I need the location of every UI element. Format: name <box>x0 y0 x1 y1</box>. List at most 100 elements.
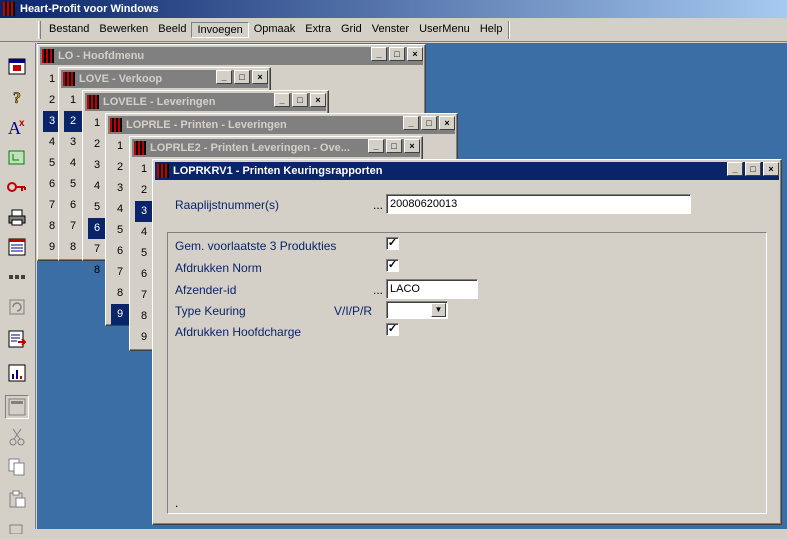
menu-number[interactable]: 1 <box>135 159 153 180</box>
window-logo-icon <box>110 118 122 132</box>
menu-number[interactable]: 8 <box>64 237 82 258</box>
menu-number[interactable]: 2 <box>111 157 129 178</box>
menu-invoegen[interactable]: Invoegen <box>191 22 249 38</box>
menu-number[interactable]: 4 <box>88 176 106 197</box>
menu-number[interactable]: 6 <box>64 195 82 216</box>
menu-number[interactable]: 7 <box>111 262 129 283</box>
menu-opmaak[interactable]: Opmaak <box>249 22 301 38</box>
window-icon[interactable] <box>7 57 27 77</box>
paste-special-icon[interactable] <box>7 519 27 539</box>
window-logo-icon <box>157 164 169 178</box>
minimize-button[interactable]: _ <box>216 70 232 84</box>
menu-extra[interactable]: Extra <box>300 22 336 38</box>
close-button[interactable]: × <box>404 139 420 153</box>
close-button[interactable]: × <box>407 47 423 61</box>
menu-number[interactable]: 7 <box>135 285 153 306</box>
window-loprkrv1[interactable]: LOPRKRV1 - Printen Keuringsrapporten _ □… <box>152 159 782 525</box>
minimize-button[interactable]: _ <box>727 162 743 176</box>
menu-number[interactable]: 5 <box>88 197 106 218</box>
maximize-button[interactable]: □ <box>389 47 405 61</box>
close-button[interactable]: × <box>252 70 268 84</box>
menu-number[interactable]: 2 <box>88 134 106 155</box>
frame-icon[interactable] <box>5 395 29 419</box>
menu-number[interactable]: 4 <box>64 153 82 174</box>
printer-icon[interactable] <box>7 207 27 227</box>
menu-number[interactable]: 6 <box>111 241 129 262</box>
menu-number-list: 1 2 3 4 5 6 7 8 <box>88 113 106 281</box>
app-titlebar[interactable]: Heart-Profit voor Windows <box>0 0 787 18</box>
menu-number[interactable]: 4 <box>135 222 153 243</box>
maximize-button[interactable]: □ <box>292 93 308 107</box>
maximize-button[interactable]: □ <box>386 139 402 153</box>
menu-number[interactable]: 1 <box>111 136 129 157</box>
menu-number[interactable]: 2 <box>135 180 153 201</box>
key-icon[interactable] <box>7 177 27 197</box>
hoofdcharge-checkbox[interactable]: ✓ <box>386 323 399 336</box>
menu-number[interactable]: 1 <box>88 113 106 134</box>
menu-grid[interactable]: Grid <box>336 22 367 38</box>
minimize-button[interactable]: _ <box>371 47 387 61</box>
minimize-button[interactable]: _ <box>274 93 290 107</box>
window-lo-titlebar[interactable]: LO - Hoofdmenu <box>40 47 423 65</box>
menu-number[interactable]: 5 <box>64 174 82 195</box>
paste-icon[interactable] <box>7 489 27 509</box>
menu-number-selected[interactable]: 3 <box>135 201 153 222</box>
type-keuring-select[interactable]: ▼ <box>386 301 448 319</box>
export-icon[interactable] <box>7 329 27 349</box>
menu-number[interactable]: 5 <box>135 243 153 264</box>
menu-usermenu[interactable]: UserMenu <box>414 22 475 38</box>
menu-number[interactable]: 3 <box>64 132 82 153</box>
minimize-button[interactable]: _ <box>403 116 419 130</box>
svg-text:?: ? <box>13 90 21 106</box>
chevron-down-icon[interactable]: ▼ <box>431 303 446 317</box>
menu-number-selected[interactable]: 6 <box>88 218 106 239</box>
cut-icon[interactable] <box>7 427 27 447</box>
menu-number[interactable]: 4 <box>111 199 129 220</box>
menu-number[interactable]: 3 <box>88 155 106 176</box>
tree-icon[interactable] <box>7 147 27 167</box>
menu-number[interactable]: 9 <box>135 327 153 348</box>
close-button[interactable]: × <box>439 116 455 130</box>
menu-number[interactable]: 8 <box>135 306 153 327</box>
maximize-button[interactable]: □ <box>421 116 437 130</box>
minimize-button[interactable]: _ <box>368 139 384 153</box>
window-logo-icon <box>87 95 99 109</box>
window-lo-title: LO - Hoofdmenu <box>58 50 145 62</box>
menu-number[interactable]: 7 <box>64 216 82 237</box>
gem-checkbox[interactable]: ✓ <box>386 237 399 250</box>
close-button[interactable]: × <box>763 162 779 176</box>
maximize-button[interactable]: □ <box>234 70 250 84</box>
chart-icon[interactable] <box>7 363 27 383</box>
raaplijst-label: Raaplijstnummer(s) <box>175 198 280 212</box>
menu-number[interactable]: 6 <box>135 264 153 285</box>
help-icon[interactable]: ? <box>7 87 27 107</box>
form-icon[interactable] <box>7 237 27 257</box>
window-logo-icon <box>42 49 54 63</box>
menu-number[interactable]: 8 <box>88 260 106 281</box>
afzender-input[interactable]: LACO <box>386 279 478 299</box>
window-lovele-title: LOVELE - Leveringen <box>103 96 216 108</box>
menu-number[interactable]: 1 <box>64 90 82 111</box>
refresh-icon[interactable] <box>7 297 27 317</box>
menu-venster[interactable]: Venster <box>367 22 414 38</box>
menu-number[interactable]: 8 <box>111 283 129 304</box>
menu-number-selected[interactable]: 9 <box>111 304 129 325</box>
menu-number-selected[interactable]: 2 <box>64 111 82 132</box>
menu-number[interactable]: 7 <box>88 239 106 260</box>
menu-help[interactable]: Help <box>475 22 508 38</box>
dots-icon[interactable] <box>7 267 27 287</box>
copy-icon[interactable] <box>7 457 27 477</box>
menu-bewerken[interactable]: Bewerken <box>94 22 153 38</box>
font-icon[interactable]: Ax <box>7 117 27 137</box>
menu-bestand[interactable]: Bestand <box>44 22 94 38</box>
close-button[interactable]: × <box>310 93 326 107</box>
menu-number[interactable]: 3 <box>111 178 129 199</box>
menu-number[interactable]: 5 <box>111 220 129 241</box>
maximize-button[interactable]: □ <box>745 162 761 176</box>
norm-checkbox[interactable]: ✓ <box>386 259 399 272</box>
window-loprkrv1-titlebar[interactable]: LOPRKRV1 - Printen Keuringsrapporten <box>155 162 779 180</box>
menu-end-separator <box>508 21 510 39</box>
window-loprle2-title: LOPRLE2 - Printen Leveringen - Ove... <box>150 142 350 154</box>
menu-beeld[interactable]: Beeld <box>153 22 191 38</box>
raaplijst-input[interactable]: 20080620013 <box>386 194 691 214</box>
